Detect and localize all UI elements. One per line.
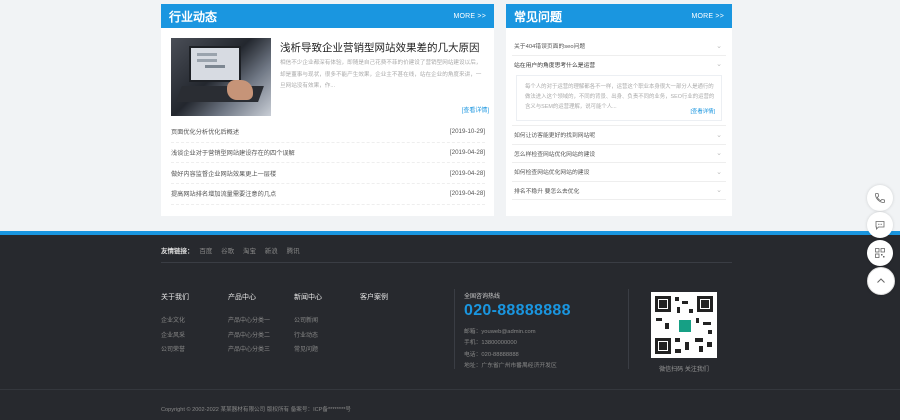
qrcode-icon[interactable] bbox=[867, 240, 893, 266]
faq-item[interactable]: 关于404错误页面的seo问题 ⌄ bbox=[512, 37, 726, 56]
news-item-title[interactable]: 浅谈企业对于营销型网站建设存在的四个误解 bbox=[171, 148, 295, 157]
footer-divider bbox=[161, 262, 732, 263]
chevron-down-icon[interactable]: ⌄ bbox=[716, 186, 722, 194]
friend-link[interactable]: 新浪 bbox=[265, 248, 278, 255]
featured-article-title[interactable]: 浅析导致企业营销型网站效果差的几大原因 bbox=[280, 40, 480, 55]
site-footer: 友情链接： 百度 谷歌 淘宝 新浪 腾讯 关于我们 企业文化 企业风采 公司荣誉… bbox=[0, 231, 900, 420]
featured-article-detail-link[interactable]: [查看详情] bbox=[462, 105, 489, 114]
faq-item[interactable]: 怎么样检查网站优化网站的建设 ⌄ bbox=[512, 145, 726, 163]
chevron-down-icon[interactable]: ⌄ bbox=[716, 60, 722, 68]
friend-links-label: 友情链接： bbox=[161, 248, 194, 255]
faq-detail-link[interactable]: [查看详情] bbox=[690, 107, 715, 117]
footer-link[interactable]: 行业动态 bbox=[294, 330, 322, 345]
news-item-date: [2019-04-28] bbox=[449, 190, 485, 198]
footer-col-title[interactable]: 新闻中心 bbox=[294, 292, 322, 302]
faq-item-title[interactable]: 怎么样检查网站优化网站的建设 bbox=[514, 149, 595, 158]
footer-col-news: 新闻中心 公司新闻 行业动态 常见问题 bbox=[294, 292, 322, 359]
copyright-text: Copyright © 2002-2022 某某器材有限公司 版权所有 备案号：… bbox=[161, 407, 352, 413]
laptop-screen-graphic bbox=[189, 46, 241, 82]
news-panel-title: 行业动态 bbox=[169, 9, 218, 24]
news-more-link[interactable]: MORE >> bbox=[453, 13, 486, 20]
footer-bottom-divider bbox=[0, 389, 900, 390]
news-panel-header: 行业动态 MORE >> bbox=[161, 4, 494, 28]
qr-caption: 微信扫码 关注我们 bbox=[659, 367, 709, 373]
footer-vertical-divider bbox=[454, 289, 455, 369]
news-item-date: [2019-10-29] bbox=[449, 128, 485, 136]
footer-link[interactable]: 常见问题 bbox=[294, 344, 322, 359]
footer-vertical-divider bbox=[628, 289, 629, 369]
faq-answer-text: 每个人的对于运营的理解都各不一样，运营这个职业本身很大一部分人是通行的做法进入这… bbox=[525, 84, 715, 110]
contact-phone: 电话：020-88888888 bbox=[464, 351, 519, 358]
featured-article-summary: 相信不少企业都深有体验，即随是自己花费不菲的价建设了营销型网站建设以后，却是董事… bbox=[280, 60, 482, 90]
friend-link[interactable]: 百度 bbox=[199, 248, 212, 255]
news-item-date: [2019-04-28] bbox=[449, 169, 485, 177]
footer-link[interactable]: 产品中心分类三 bbox=[228, 344, 270, 359]
footer-col-cases: 客户案例 bbox=[360, 292, 388, 315]
chevron-down-icon[interactable]: ⌄ bbox=[716, 131, 722, 139]
faq-item-title[interactable]: 排名不稳升 要怎么去优化 bbox=[514, 186, 579, 195]
footer-link[interactable]: 公司新闻 bbox=[294, 315, 322, 330]
list-item[interactable]: 提高网站排名增加流量需要注意的几点 [2019-04-28] bbox=[171, 184, 485, 205]
news-item-title[interactable]: 提高网站排名增加流量需要注意的几点 bbox=[171, 189, 276, 198]
faq-item[interactable]: 排名不稳升 要怎么去优化 ⌄ bbox=[512, 182, 726, 200]
footer-col-title[interactable]: 产品中心 bbox=[228, 292, 270, 302]
friend-link[interactable]: 淘宝 bbox=[243, 248, 256, 255]
footer-col-products: 产品中心 产品中心分类一 产品中心分类二 产品中心分类三 bbox=[228, 292, 270, 359]
friend-link[interactable]: 腾讯 bbox=[287, 248, 300, 255]
friend-link[interactable]: 谷歌 bbox=[221, 248, 234, 255]
arrow-up-icon[interactable] bbox=[867, 267, 895, 295]
faq-panel-title: 常见问题 bbox=[514, 9, 563, 24]
contact-email: 邮箱：youweb@admin.com bbox=[464, 329, 536, 335]
hand-graphic bbox=[227, 80, 253, 100]
faq-item[interactable]: 如何让访客能更好的找到网站呢 ⌄ bbox=[512, 126, 726, 145]
news-item-date: [2019-04-28] bbox=[449, 149, 485, 157]
footer-link[interactable]: 公司荣誉 bbox=[161, 344, 189, 359]
news-item-title[interactable]: 做好内容监督企业网站效果更上一层楼 bbox=[171, 169, 276, 178]
faq-more-link[interactable]: MORE >> bbox=[691, 13, 724, 20]
phone-icon[interactable] bbox=[867, 185, 893, 211]
faq-item-title[interactable]: 如何让访客能更好的找到网站呢 bbox=[514, 130, 595, 139]
footer-link[interactable]: 产品中心分类一 bbox=[228, 315, 270, 330]
faq-answer: 每个人的对于运营的理解都各不一样，运营这个职业本身很大一部分人是通行的做法进入这… bbox=[516, 75, 722, 121]
footer-col-about: 关于我们 企业文化 企业风采 公司荣誉 bbox=[161, 292, 189, 359]
footer-link[interactable]: 产品中心分类二 bbox=[228, 330, 270, 345]
footer-col-title[interactable]: 客户案例 bbox=[360, 292, 388, 302]
faq-item-title[interactable]: 如何检查网站优化网站的建设 bbox=[514, 167, 589, 176]
hotline-number: 020-88888888 bbox=[464, 302, 571, 319]
faq-panel-header: 常见问题 MORE >> bbox=[506, 4, 732, 28]
chevron-down-icon[interactable]: ⌄ bbox=[716, 42, 722, 50]
footer-link[interactable]: 企业文化 bbox=[161, 315, 189, 330]
list-item[interactable]: 浅谈企业对于营销型网站建设存在的四个误解 [2019-04-28] bbox=[171, 143, 485, 164]
chevron-down-icon[interactable]: ⌄ bbox=[716, 149, 722, 157]
news-list: 页面优化分析优化后概述 [2019-10-29] 浅谈企业对于营销型网站建设存在的… bbox=[171, 122, 485, 205]
footer-link[interactable]: 企业风采 bbox=[161, 330, 189, 345]
faq-panel: 常见问题 MORE >> 关于404错误页面的seo问题 ⌄ 站在用户的角度思考什… bbox=[506, 4, 732, 216]
wechat-logo-icon bbox=[678, 319, 692, 333]
news-panel: 行业动态 MORE >> 浅析导致企业营销型网站效果差的几大原因 相信不少企业都… bbox=[161, 4, 494, 216]
faq-item[interactable]: 如何检查网站优化网站的建设 ⌄ bbox=[512, 163, 726, 182]
chat-icon[interactable] bbox=[867, 212, 893, 238]
featured-article[interactable]: 浅析导致企业营销型网站效果差的几大原因 相信不少企业都深有体验，即随是自己花费不… bbox=[171, 38, 489, 116]
list-item[interactable]: 做好内容监督企业网站效果更上一层楼 [2019-04-28] bbox=[171, 163, 485, 185]
faq-item-title[interactable]: 关于404错误页面的seo问题 bbox=[514, 41, 585, 50]
contact-address: 地址：广东省广州市番禺经济开发区 bbox=[464, 363, 557, 370]
contact-mobile: 手机：13800000000 bbox=[464, 340, 517, 347]
faq-item-expanded[interactable]: 站在用户的角度思考什么是运营 ⌄ 每个人的对于运营的理解都各不一样，运营这个职业本… bbox=[512, 56, 726, 126]
featured-article-image[interactable] bbox=[171, 38, 271, 116]
hotline-label: 全国咨询热线 bbox=[464, 294, 501, 300]
list-item[interactable]: 页面优化分析优化后概述 [2019-10-29] bbox=[171, 122, 485, 143]
footer-contact: 全国咨询热线 020-88888888 邮箱：youweb@admin.com … bbox=[464, 291, 571, 372]
footer-accent-bar bbox=[0, 231, 900, 235]
footer-col-title[interactable]: 关于我们 bbox=[161, 292, 189, 302]
chevron-down-icon[interactable]: ⌄ bbox=[716, 168, 722, 176]
friend-links: 友情链接： 百度 谷歌 淘宝 新浪 腾讯 bbox=[161, 245, 307, 255]
faq-list: 关于404错误页面的seo问题 ⌄ 站在用户的角度思考什么是运营 ⌄ 每个人的对于运… bbox=[512, 37, 726, 200]
faq-item-title[interactable]: 站在用户的角度思考什么是运营 bbox=[514, 60, 595, 69]
news-item-title[interactable]: 页面优化分析优化后概述 bbox=[171, 127, 239, 136]
wechat-qr-code bbox=[651, 292, 717, 358]
